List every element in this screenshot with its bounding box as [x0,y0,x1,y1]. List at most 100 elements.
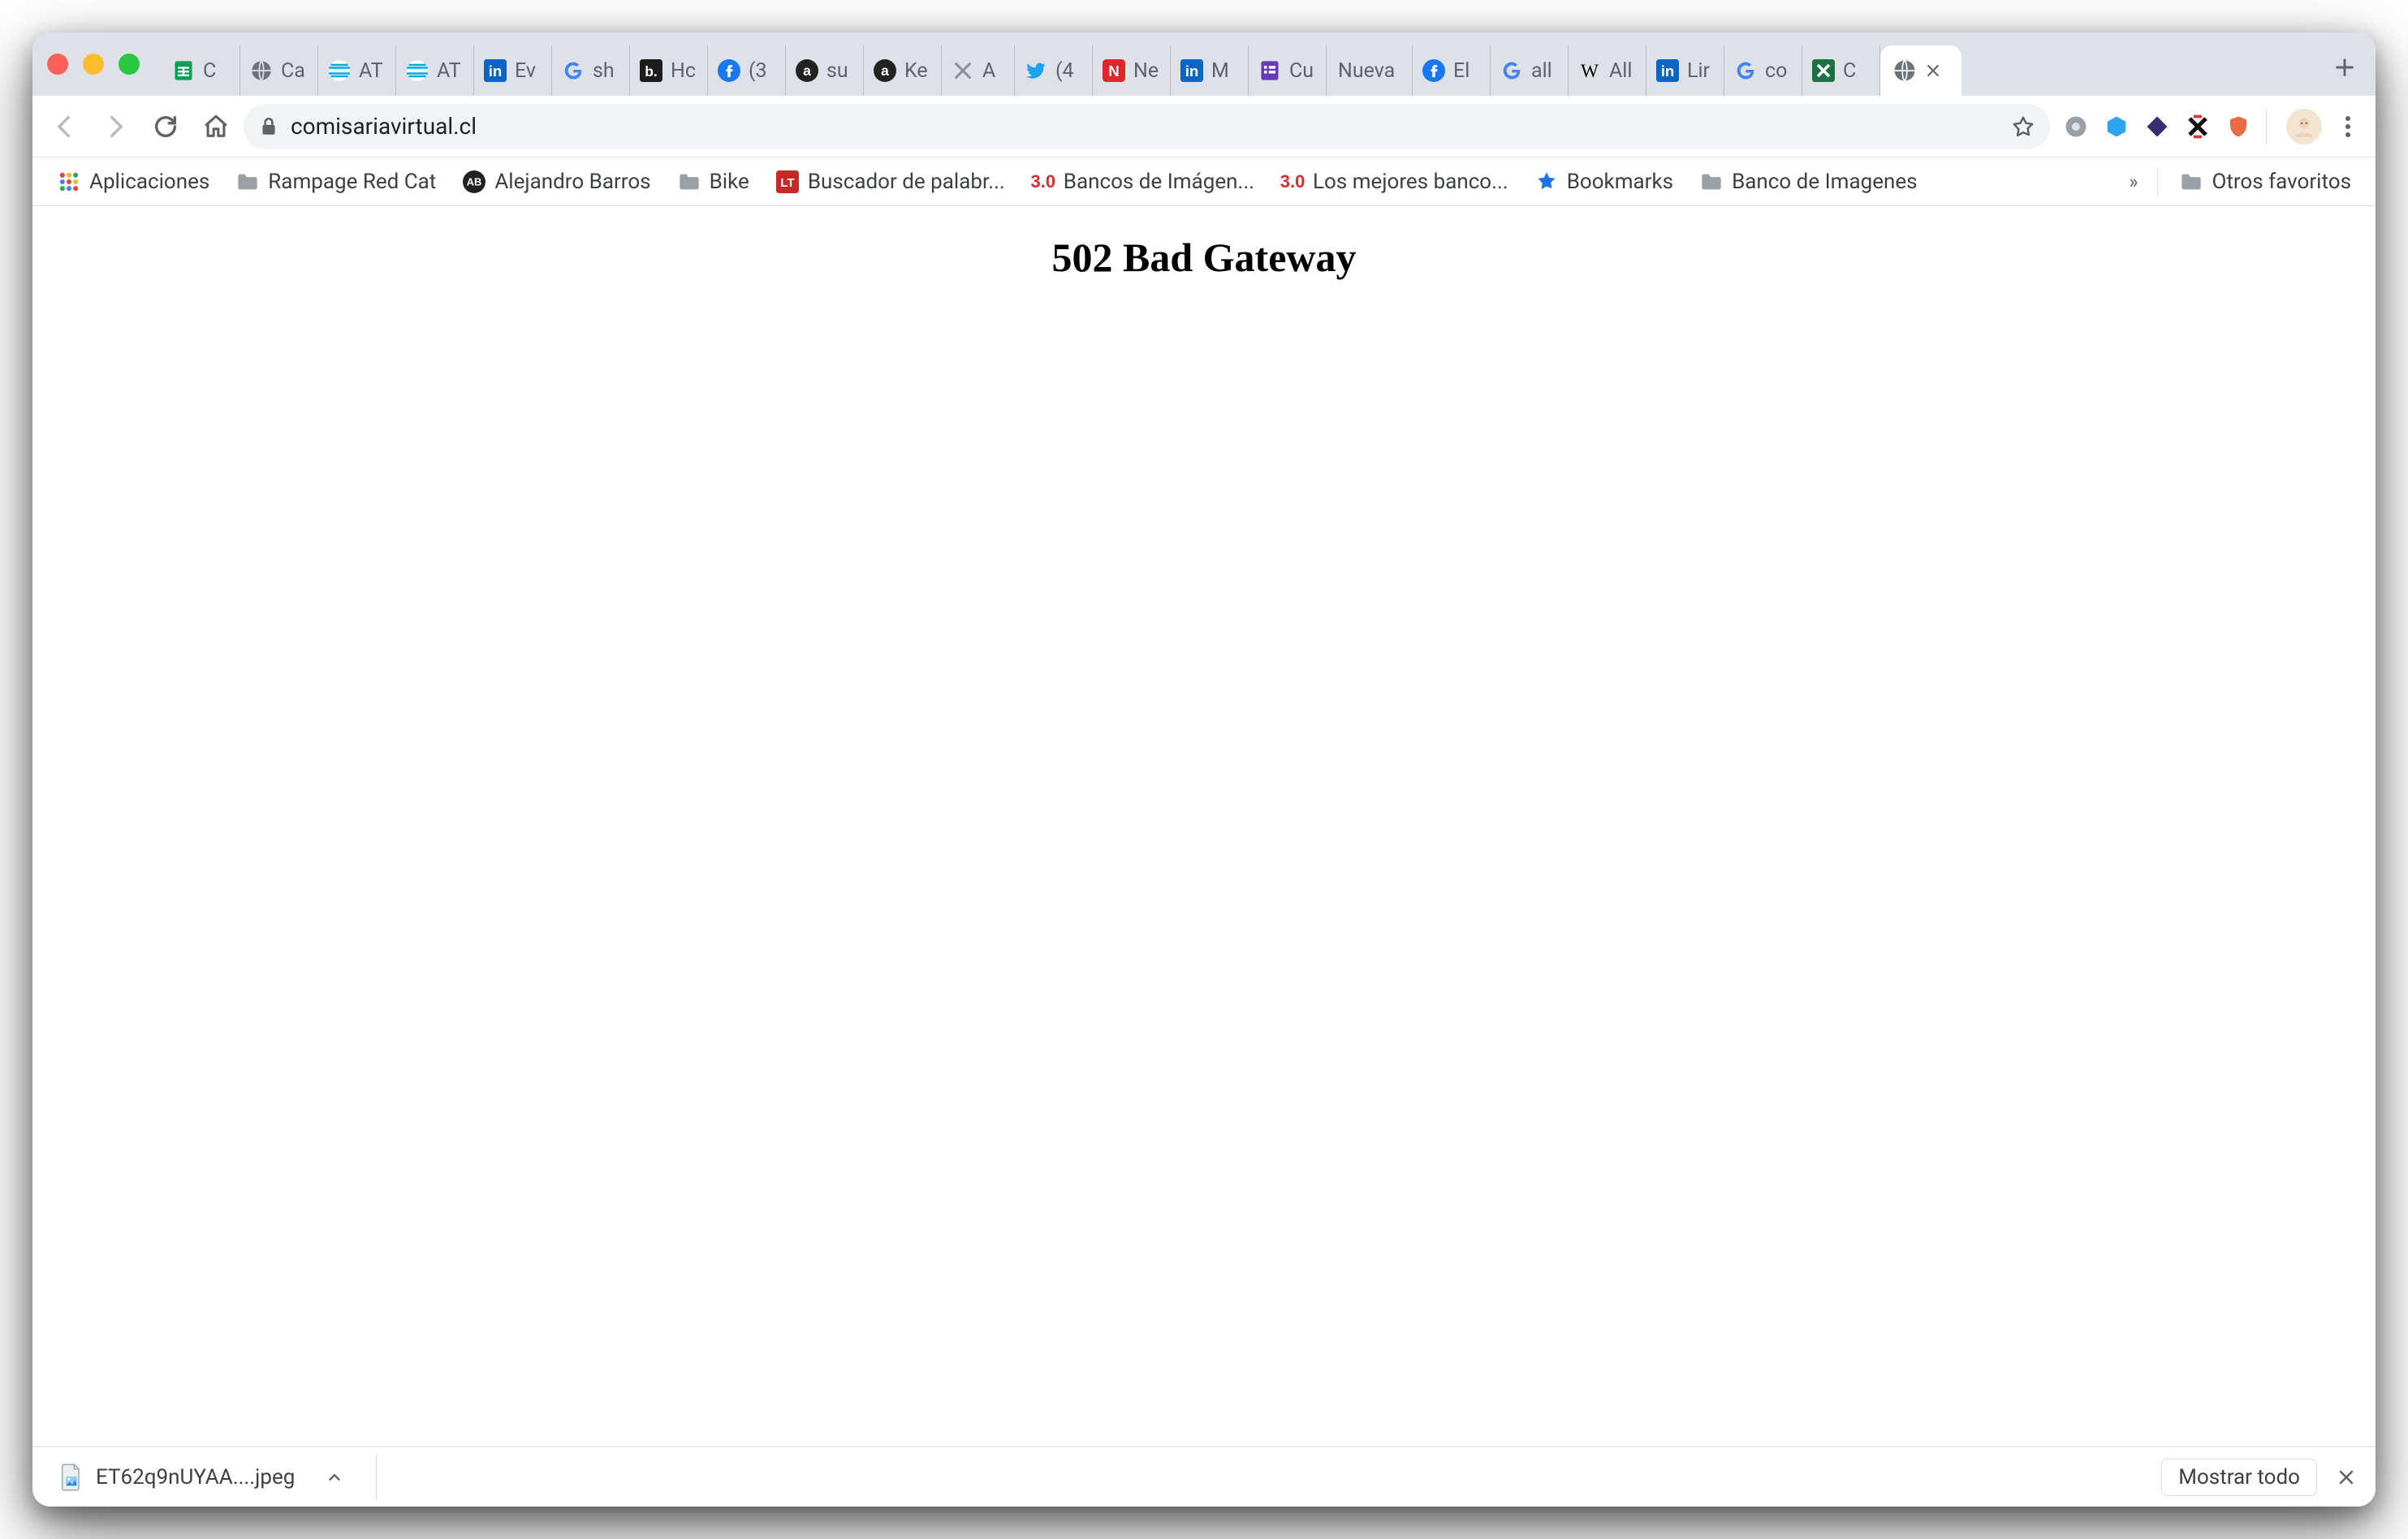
forms-icon [1257,58,1283,84]
new-tab-button[interactable] [2324,46,2366,88]
ext-purple-diamond-icon[interactable] [2143,112,2172,141]
show-all-label: Mostrar todo [2178,1465,2300,1489]
bookmark-item[interactable]: LT Buscador de palabr... [766,165,1015,199]
other-bookmarks-button[interactable]: Otros favoritos [2169,165,2361,199]
window-minimize-button[interactable] [83,54,104,75]
bookmark-item[interactable]: 3.0 Bancos de Imágen... [1021,165,1264,199]
tab[interactable]: in Ev [474,45,552,96]
tab[interactable]: AT [396,45,474,96]
other-bookmarks-label: Otros favoritos [2212,170,2351,194]
download-file-name: ET62q9nUYAA....jpeg [96,1465,295,1489]
svg-text:in: in [1661,63,1675,80]
reload-button[interactable] [143,104,188,149]
window-close-button[interactable] [47,54,68,75]
lt-red-icon: LT [775,170,800,194]
tab-label: Ev [515,59,536,83]
browser-menu-button[interactable] [2330,109,2366,144]
tab[interactable]: a su [786,45,864,96]
tab-label: su [826,59,848,83]
toolbar: comisariavirtual.cl [32,96,2376,157]
att-icon [326,58,352,84]
apps-label: Aplicaciones [89,170,209,194]
globe-gray-icon [1892,58,1918,84]
bookmark-item[interactable]: Rampage Red Cat [226,165,446,199]
tab-label: AT [359,59,383,83]
tab[interactable]: C [1802,45,1880,96]
tab-active[interactable] [1880,45,1961,96]
error-heading: 502 Bad Gateway [32,234,2376,281]
show-all-downloads-button[interactable]: Mostrar todo [2161,1459,2317,1496]
bookmark-item[interactable]: Banco de Imagenes [1689,165,1927,199]
svg-text:N: N [1108,63,1119,80]
tab[interactable]: in M [1171,45,1249,96]
tab[interactable]: A [942,45,1015,96]
bookmark-item[interactable]: Bike [667,165,759,199]
tab[interactable]: C [162,45,240,96]
tab[interactable]: (3 [708,45,786,96]
forward-button[interactable] [93,104,138,149]
tab-label: C [1843,59,1856,83]
tab[interactable]: Nueva [1327,45,1413,96]
profile-avatar[interactable] [2286,109,2322,144]
window-maximize-button[interactable] [119,54,140,75]
home-button[interactable] [193,104,239,149]
globe-gray-icon [248,58,274,84]
ext-circle-gray-icon[interactable] [2061,112,2091,141]
svg-text:in: in [489,63,503,80]
tab[interactable]: in Lir [1646,45,1724,96]
tab-label: All [1609,59,1632,83]
tab-label: Ne [1133,59,1159,83]
chevron-up-icon[interactable] [326,1468,343,1486]
att-icon [404,58,430,84]
tab[interactable]: sh [552,45,630,96]
tab[interactable]: all [1491,45,1569,96]
tab-label: (3 [749,59,767,83]
bookmark-star-icon[interactable] [2011,114,2035,139]
svg-text:in: in [1185,63,1199,80]
tab[interactable]: El [1413,45,1491,96]
close-downloads-bar-button[interactable] [2332,1463,2361,1492]
bookmark-item[interactable]: 3.0 Los mejores banco... [1271,165,1518,199]
bookmarks-bar: Aplicaciones Rampage Red Cat AB Alejandr… [32,157,2376,206]
svg-text:W: W [1581,61,1599,82]
apps-grid-icon [57,170,81,194]
bookmark-item[interactable]: Bookmarks [1525,165,1683,199]
ext-red-shield-icon[interactable] [2224,112,2253,141]
tab-label: M [1211,59,1229,83]
tab[interactable]: a Ke [864,45,942,96]
bookmark-label: Banco de Imagenes [1732,170,1917,194]
apps-button[interactable]: Aplicaciones [47,165,219,199]
downloads-actions: Mostrar todo [2161,1459,2361,1496]
bookmark-label: Bancos de Imágen... [1064,170,1254,194]
bookmark-item[interactable]: AB Alejandro Barros [452,165,660,199]
tab[interactable]: N Ne [1093,45,1171,96]
back-button[interactable] [42,104,88,149]
svg-text:a: a [881,63,889,79]
bookmark-label: Buscador de palabr... [808,170,1005,194]
facebook-icon [716,58,742,84]
ext-black-x-icon[interactable] [2183,112,2212,141]
tab[interactable]: Cu [1249,45,1327,96]
tab[interactable]: co [1724,45,1802,96]
tab-close-button[interactable] [1924,62,1942,80]
svg-text:a: a [803,63,811,79]
address-bar[interactable]: comisariavirtual.cl [244,104,2050,149]
bookmarks-overflow-button[interactable]: » [2121,170,2146,193]
extensions-area [2061,112,2253,141]
amazon-a-icon: a [872,58,898,84]
tab[interactable]: Ca [240,45,318,96]
downloads-bar: ET62q9nUYAA....jpeg Mostrar todo [32,1446,2376,1507]
tab[interactable]: W All [1569,45,1646,96]
tabs-row: C Ca AT AT in [162,32,2314,96]
ext-blue-hex-icon[interactable] [2102,112,2131,141]
green-x-icon [1810,58,1836,84]
download-item[interactable]: ET62q9nUYAA....jpeg [47,1456,358,1498]
tab[interactable]: b. Hc [630,45,708,96]
n-red-icon: N [1101,58,1127,84]
tab-label: (4 [1055,59,1074,83]
linkedin-icon: in [482,58,508,84]
tab[interactable]: (4 [1015,45,1093,96]
tab-label: C [203,59,216,83]
tab[interactable]: AT [318,45,396,96]
bookmark-label: Bookmarks [1567,170,1673,194]
